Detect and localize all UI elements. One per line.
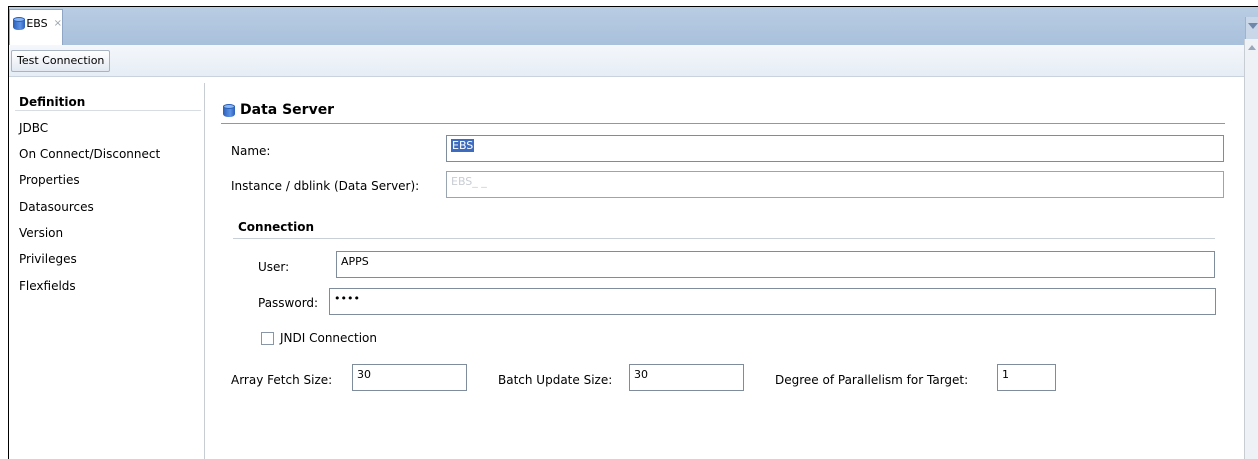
nav-item-privileges[interactable]: Privileges	[19, 250, 77, 268]
instance-input[interactable]: EBS_ _	[446, 171, 1224, 198]
tab-ebs[interactable]: EBS ×	[9, 9, 63, 45]
nav-item-definition[interactable]: Definition	[15, 93, 201, 111]
section-divider	[221, 123, 1225, 124]
nav-item-flexfields[interactable]: Flexfields	[19, 277, 76, 295]
batch-update-size-input[interactable]: 30	[629, 364, 744, 391]
user-label: User:	[258, 260, 290, 274]
array-fetch-size-input[interactable]: 30	[352, 364, 467, 391]
batch-update-size-label: Batch Update Size:	[498, 373, 613, 387]
nav-item-version[interactable]: Version	[19, 224, 63, 242]
nav-item-properties[interactable]: Properties	[19, 171, 80, 189]
name-value: EBS	[451, 139, 475, 152]
user-input[interactable]: APPS	[336, 251, 1215, 278]
parallelism-label: Degree of Parallelism for Target:	[775, 373, 969, 387]
database-icon	[13, 17, 25, 31]
tab-strip: EBS ×	[9, 7, 1258, 45]
nav-item-datasources[interactable]: Datasources	[19, 198, 94, 216]
section-title-data-server: Data Server	[240, 102, 335, 118]
jndi-connection-checkbox[interactable]	[261, 332, 274, 345]
password-input[interactable]: ••••	[329, 288, 1216, 315]
left-nav: Definition JDBC On Connect/Disconnect Pr…	[9, 83, 205, 459]
scroll-up-arrow-icon	[1248, 45, 1256, 50]
instance-label: Instance / dblink (Data Server):	[231, 179, 420, 193]
password-label: Password:	[258, 296, 319, 310]
name-label: Name:	[231, 144, 271, 158]
subsection-divider	[233, 238, 1215, 239]
editor-frame: EBS × Test Connection Definition JDBC On…	[8, 6, 1258, 459]
array-fetch-size-label: Array Fetch Size:	[231, 373, 333, 387]
nav-item-on-connect-disconnect[interactable]: On Connect/Disconnect	[19, 145, 160, 163]
close-icon[interactable]: ×	[54, 17, 62, 31]
toolbar: Test Connection	[9, 45, 1258, 77]
test-connection-button[interactable]: Test Connection	[11, 50, 111, 72]
section-title-connection: Connection	[238, 220, 315, 234]
jndi-connection-label: JNDI Connection	[280, 331, 378, 345]
database-icon	[223, 104, 236, 119]
chevron-down-icon	[1248, 23, 1258, 29]
vertical-scrollbar[interactable]	[1244, 39, 1258, 459]
tab-label: EBS	[26, 17, 48, 30]
nav-item-jdbc[interactable]: JDBC	[19, 119, 48, 137]
parallelism-input[interactable]: 1	[997, 364, 1056, 391]
name-input[interactable]: EBS	[446, 135, 1224, 162]
